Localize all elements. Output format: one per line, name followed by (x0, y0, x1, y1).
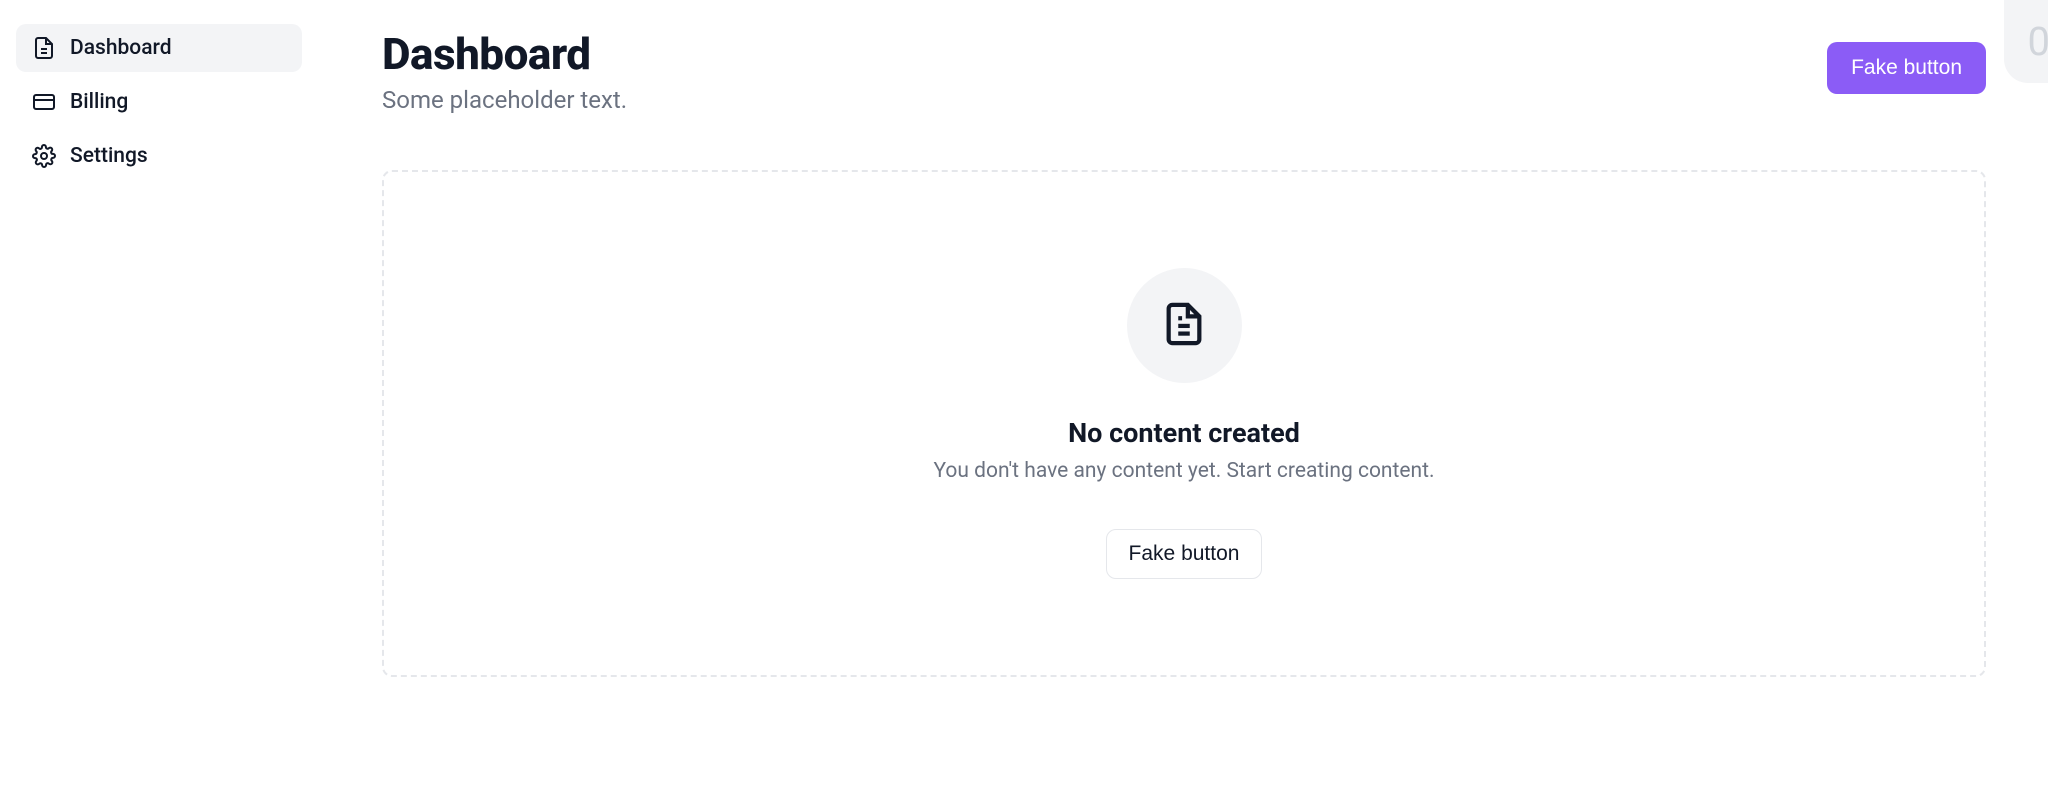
corner-badge: 0 (2004, 0, 2048, 83)
sidebar-item-settings[interactable]: Settings (16, 132, 302, 180)
empty-state-title: No content created (1068, 417, 1300, 449)
gear-icon (32, 144, 56, 168)
fake-button-primary[interactable]: Fake button (1827, 42, 1986, 94)
page-title: Dashboard (382, 28, 627, 80)
fake-button-secondary[interactable]: Fake button (1106, 529, 1263, 579)
empty-state-icon-circle (1127, 268, 1242, 383)
sidebar-item-label: Billing (70, 90, 128, 114)
empty-state-panel: No content created You don't have any co… (382, 170, 1986, 677)
sidebar-item-label: Dashboard (70, 36, 172, 60)
credit-card-icon (32, 90, 56, 114)
sidebar: Dashboard Billing Settings (0, 0, 318, 787)
page-header: Dashboard Some placeholder text. Fake bu… (382, 28, 1986, 114)
main-content: Dashboard Some placeholder text. Fake bu… (318, 0, 2048, 787)
file-text-icon (1161, 301, 1207, 351)
empty-state-subtitle: You don't have any content yet. Start cr… (933, 459, 1434, 483)
sidebar-item-label: Settings (70, 144, 148, 168)
page-subtitle: Some placeholder text. (382, 86, 627, 114)
sidebar-item-dashboard[interactable]: Dashboard (16, 24, 302, 72)
sidebar-item-billing[interactable]: Billing (16, 78, 302, 126)
title-block: Dashboard Some placeholder text. (382, 28, 627, 114)
file-text-icon (32, 36, 56, 60)
